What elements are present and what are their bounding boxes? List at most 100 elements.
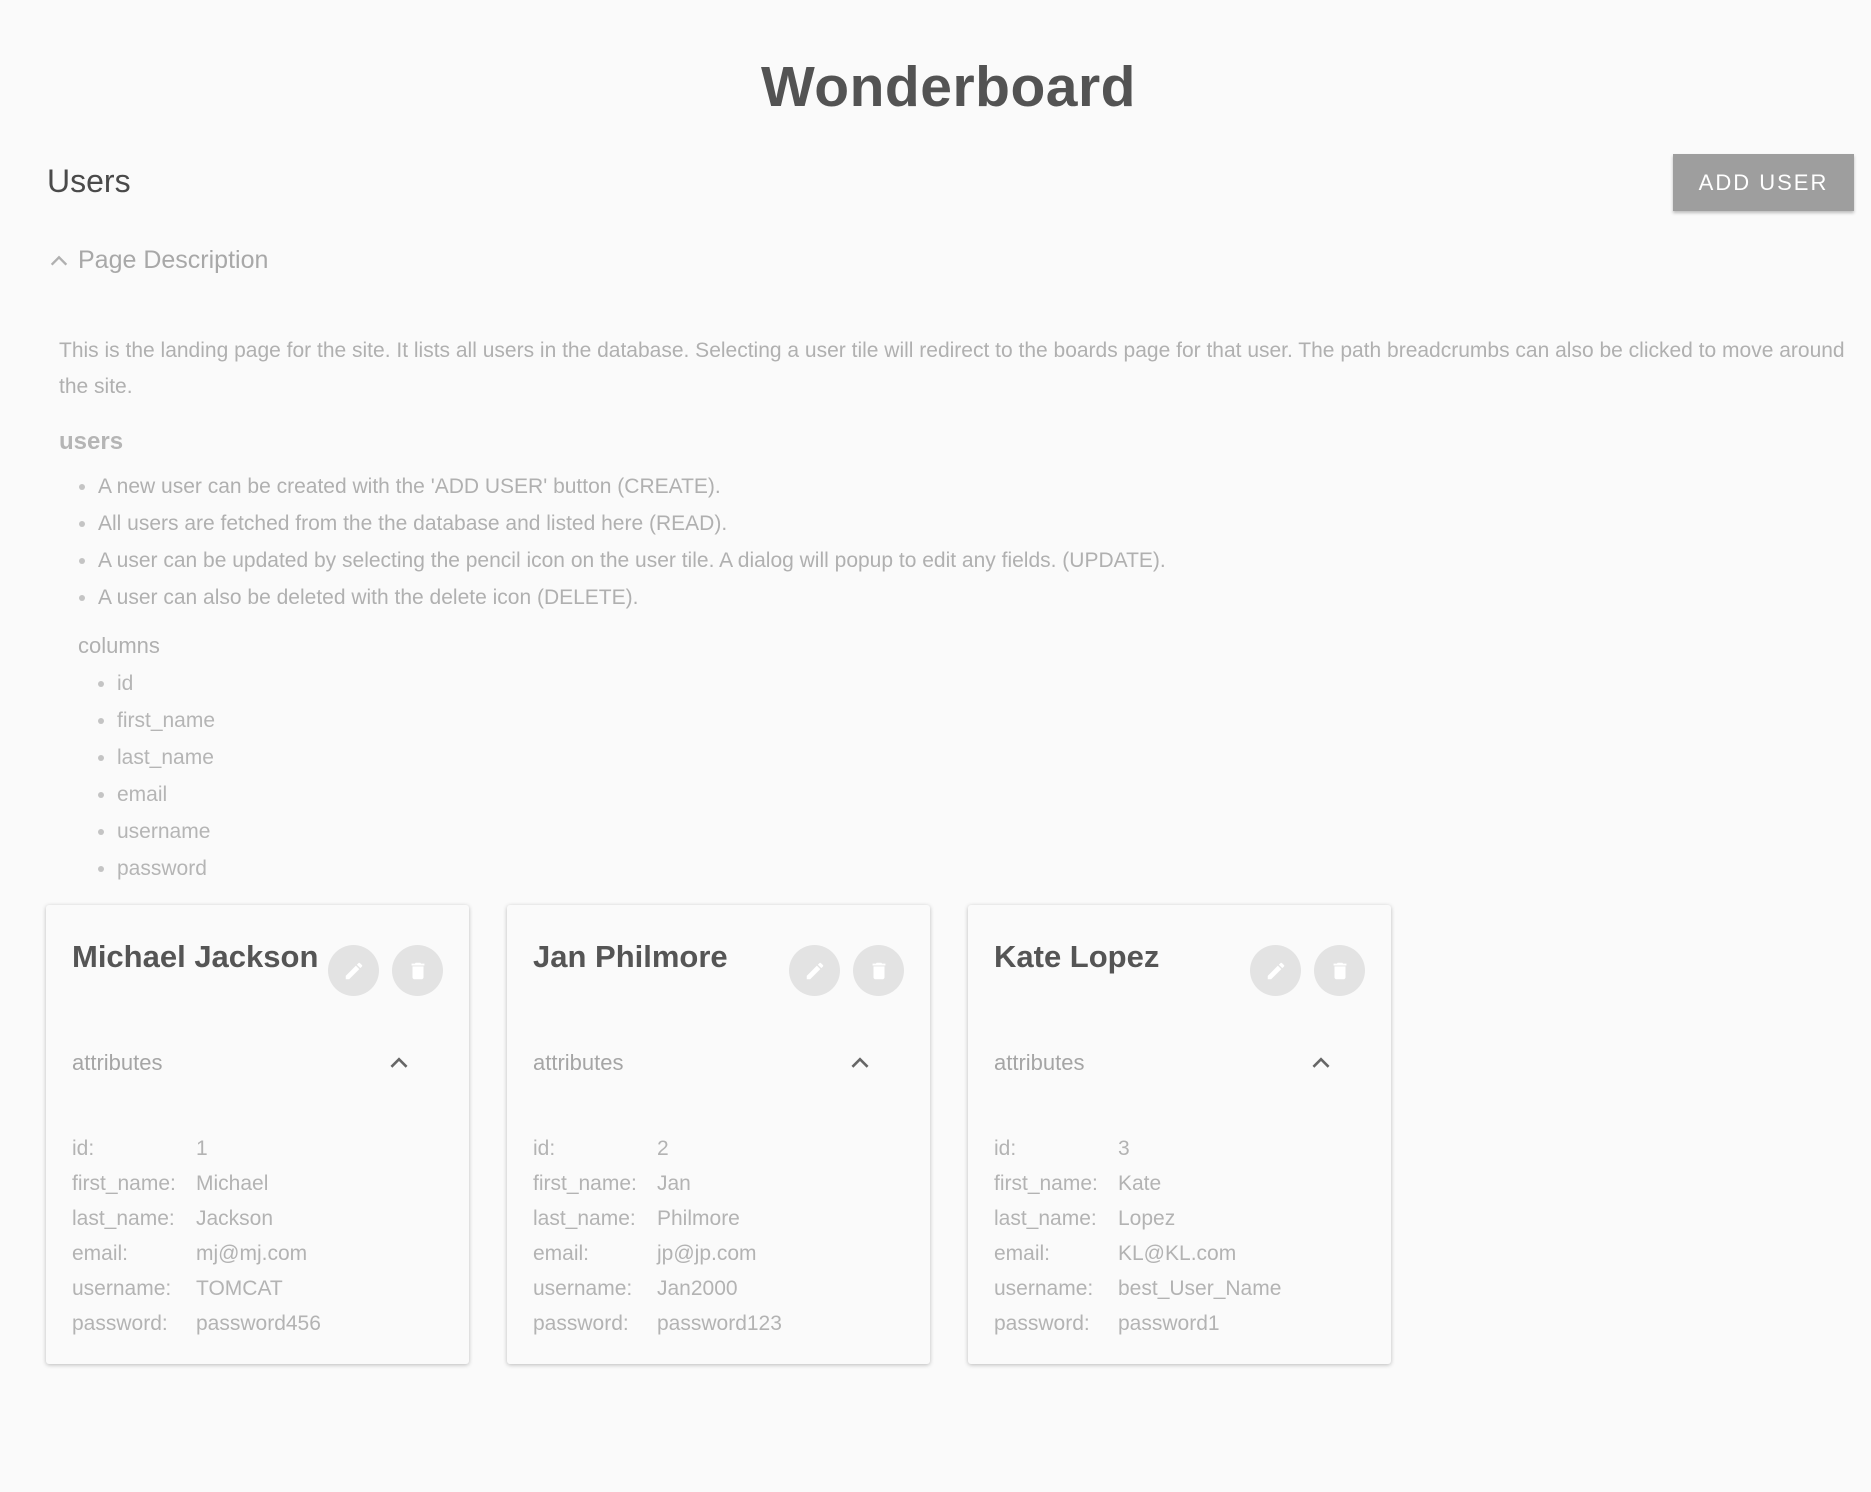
user-card[interactable]: Kate Lopez attributes id: 3 first_name: Ka…: [968, 905, 1391, 1364]
page-description-toggle[interactable]: Page Description: [48, 246, 268, 275]
attribute-value: Philmore: [657, 1207, 740, 1230]
attribute-value: 3: [1118, 1137, 1130, 1160]
attribute-row: password: password456: [72, 1306, 321, 1341]
attribute-key: password:: [533, 1312, 629, 1335]
attributes-table: id: 1 first_name: Michael last_name: Jackso…: [72, 1131, 321, 1341]
attribute-value: password1: [1118, 1312, 1220, 1335]
attribute-key: first_name:: [994, 1172, 1098, 1195]
list-item: last_name: [97, 739, 215, 776]
attributes-label: attributes: [72, 1050, 163, 1075]
attribute-key: last_name:: [72, 1207, 175, 1230]
attribute-row: first_name: Kate: [994, 1166, 1281, 1201]
list-item: A new user can be created with the 'ADD …: [78, 468, 1166, 505]
attribute-value: password123: [657, 1312, 782, 1335]
list-item: password: [97, 850, 215, 887]
list-item: first_name: [97, 702, 215, 739]
attribute-value: Lopez: [1118, 1207, 1176, 1230]
attribute-row: username: Jan2000: [533, 1271, 782, 1306]
attribute-value: password456: [196, 1312, 321, 1335]
attributes-table: id: 2 first_name: Jan last_name: Philmore e…: [533, 1131, 782, 1341]
app-title: Wonderboard: [761, 55, 1136, 119]
attribute-row: last_name: Philmore: [533, 1201, 782, 1236]
attribute-row: first_name: Jan: [533, 1166, 782, 1201]
attribute-row: username: best_User_Name: [994, 1271, 1281, 1306]
pencil-icon: [345, 962, 362, 979]
attribute-key: first_name:: [533, 1172, 637, 1195]
add-user-button[interactable]: ADD USER: [1673, 154, 1854, 211]
attribute-row: first_name: Michael: [72, 1166, 321, 1201]
chevron-up-icon: [50, 255, 68, 266]
page-description-label: Page Description: [78, 246, 269, 274]
attribute-value: TOMCAT: [196, 1277, 283, 1300]
trash-icon: [1333, 962, 1346, 979]
attribute-value: KL@KL.com: [1118, 1242, 1237, 1265]
page-title: Users: [47, 163, 131, 199]
list-item: id: [97, 665, 215, 702]
attribute-key: id:: [533, 1137, 556, 1160]
attribute-row: email: KL@KL.com: [994, 1236, 1281, 1271]
users-section-heading: users: [59, 428, 124, 455]
columns-heading: columns: [78, 633, 160, 658]
delete-user-button[interactable]: [853, 945, 904, 996]
attribute-value: best_User_Name: [1118, 1277, 1282, 1300]
chevron-up-icon: [851, 1057, 869, 1068]
attribute-value: 1: [196, 1137, 208, 1160]
attributes-label: attributes: [994, 1050, 1085, 1075]
attributes-toggle[interactable]: attributes: [533, 1043, 873, 1083]
list-item: All users are fetched from the the datab…: [78, 505, 1166, 542]
attributes-label: attributes: [533, 1050, 624, 1075]
attribute-key: id:: [72, 1137, 95, 1160]
user-name: Michael Jackson: [72, 939, 319, 974]
attributes-table: id: 3 first_name: Kate last_name: Lopez ema…: [994, 1131, 1281, 1341]
attribute-key: email:: [533, 1242, 590, 1265]
chevron-up-icon: [390, 1057, 408, 1068]
list-item: A user can also be deleted with the dele…: [78, 579, 1166, 616]
chevron-up-icon: [1312, 1057, 1330, 1068]
attribute-row: id: 1: [72, 1131, 321, 1166]
attribute-key: last_name:: [994, 1207, 1097, 1230]
edit-user-button[interactable]: [1250, 945, 1301, 996]
user-card[interactable]: Jan Philmore attributes id: 2 first_name:…: [507, 905, 930, 1364]
attributes-toggle[interactable]: attributes: [72, 1043, 412, 1083]
attribute-key: username:: [72, 1277, 172, 1300]
attribute-key: first_name:: [72, 1172, 176, 1195]
attribute-row: email: mj@mj.com: [72, 1236, 321, 1271]
attribute-row: id: 3: [994, 1131, 1281, 1166]
attribute-value: Jackson: [196, 1207, 274, 1230]
attribute-row: password: password123: [533, 1306, 782, 1341]
attribute-value: Jan2000: [657, 1277, 738, 1300]
user-name: Jan Philmore: [533, 939, 728, 974]
edit-user-button[interactable]: [328, 945, 379, 996]
user-card[interactable]: Michael Jackson attributes id: 1 first_na…: [46, 905, 469, 1364]
attribute-key: username:: [994, 1277, 1094, 1300]
edit-user-button[interactable]: [789, 945, 840, 996]
list-item: A user can be updated by selecting the p…: [78, 542, 1166, 579]
attribute-row: id: 2: [533, 1131, 782, 1166]
attribute-key: email:: [994, 1242, 1051, 1265]
attribute-value: Michael: [196, 1172, 269, 1195]
attribute-row: password: password1: [994, 1306, 1281, 1341]
attribute-value: Jan: [657, 1172, 691, 1195]
attribute-value: jp@jp.com: [657, 1242, 757, 1265]
list-item: email: [97, 776, 215, 813]
attribute-value: mj@mj.com: [196, 1242, 308, 1265]
attribute-row: last_name: Lopez: [994, 1201, 1281, 1236]
attribute-row: username: TOMCAT: [72, 1271, 321, 1306]
pencil-icon: [806, 962, 823, 979]
page-description: This is the landing page for the site. I…: [59, 333, 1864, 405]
delete-user-button[interactable]: [1314, 945, 1365, 996]
attribute-value: 2: [657, 1137, 669, 1160]
attribute-row: email: jp@jp.com: [533, 1236, 782, 1271]
attribute-value: Kate: [1118, 1172, 1162, 1195]
attributes-toggle[interactable]: attributes: [994, 1043, 1334, 1083]
trash-icon: [411, 962, 424, 979]
trash-icon: [872, 962, 885, 979]
attribute-key: username:: [533, 1277, 633, 1300]
attribute-key: password:: [994, 1312, 1090, 1335]
description-text: This is the landing page for the site. I…: [59, 339, 1845, 398]
delete-user-button[interactable]: [392, 945, 443, 996]
pencil-icon: [1267, 962, 1284, 979]
attribute-key: email:: [72, 1242, 129, 1265]
attribute-key: id:: [994, 1137, 1017, 1160]
operations-list: A new user can be created with the 'ADD …: [78, 468, 1166, 616]
